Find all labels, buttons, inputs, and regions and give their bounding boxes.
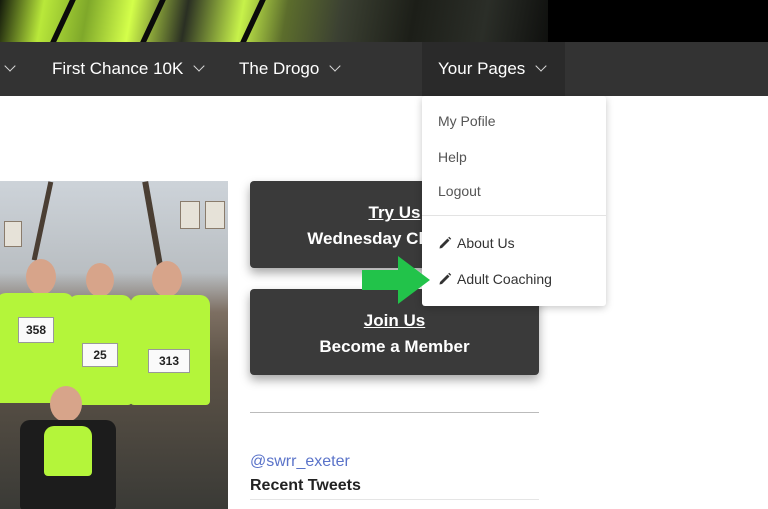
runners-photo: 313 25 358 — [0, 181, 228, 509]
tweets-divider — [250, 499, 539, 500]
nav-item-label: Your Pages — [438, 59, 526, 78]
section-divider — [250, 412, 539, 413]
nav-item-first-chance-10k[interactable]: First Chance 10K — [52, 42, 206, 96]
chevron-down-icon — [535, 60, 547, 72]
menu-item-label: Logout — [438, 183, 481, 199]
menu-item-adult-coaching[interactable]: Adult Coaching — [438, 271, 552, 287]
menu-item-logout[interactable]: Logout — [438, 183, 481, 199]
chevron-down-icon — [4, 60, 16, 72]
menu-divider — [422, 215, 606, 216]
header-banner — [0, 0, 768, 42]
menu-item-label: My Pofile — [438, 113, 496, 129]
menu-item-my-profile[interactable]: My Pofile — [438, 113, 496, 129]
race-bib: 358 — [18, 317, 54, 343]
recent-tweets-heading: Recent Tweets — [250, 477, 361, 494]
nav-item-label: First Chance 10K — [52, 59, 184, 78]
green-arrow-icon — [362, 256, 430, 304]
join-us-subtitle: Become a Member — [319, 337, 470, 356]
pencil-icon — [439, 272, 452, 285]
nav-item-the-drogo[interactable]: The Drogo — [239, 42, 341, 96]
chevron-down-icon — [193, 60, 206, 72]
join-us-title: Join Us — [363, 311, 426, 330]
main-nav: First Chance 10K The Drogo Your Pages — [0, 42, 768, 96]
nav-item-your-pages[interactable]: Your Pages — [422, 42, 565, 96]
menu-item-about-us[interactable]: About Us — [438, 235, 515, 251]
nav-overflow-toggle[interactable] — [4, 42, 16, 96]
twitter-handle-link[interactable]: @swrr_exeter — [250, 453, 350, 471]
pencil-icon — [439, 236, 452, 249]
menu-item-help[interactable]: Help — [438, 149, 467, 165]
nav-item-label: The Drogo — [239, 59, 320, 78]
menu-item-label: Help — [438, 149, 467, 165]
race-bib: 313 — [148, 349, 190, 373]
menu-item-label: Adult Coaching — [457, 271, 552, 287]
chevron-down-icon — [329, 60, 341, 72]
banner-photo — [0, 0, 548, 42]
your-pages-dropdown: My Pofile Help Logout About Us Adult Coa… — [422, 96, 606, 306]
menu-item-label: About Us — [457, 235, 515, 251]
race-bib: 25 — [82, 343, 118, 367]
